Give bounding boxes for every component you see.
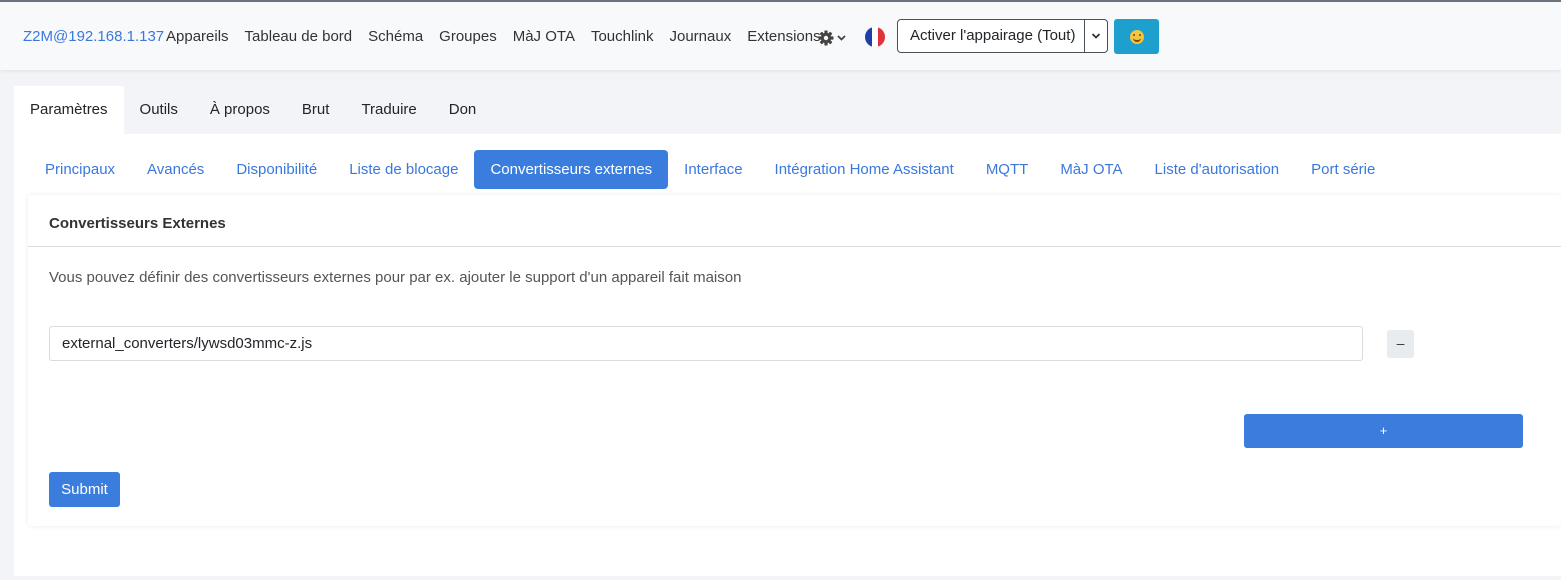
tab-about[interactable]: À propos: [194, 86, 286, 134]
nav-ota[interactable]: MàJ OTA: [513, 28, 575, 45]
nav-devices[interactable]: Appareils: [166, 28, 229, 45]
permit-join-button[interactable]: Activer l'appairage (Tout): [898, 20, 1084, 52]
permit-join-dropdown[interactable]: [1084, 20, 1107, 52]
nav-links: Appareils Tableau de bord Schéma Groupes…: [166, 28, 821, 45]
chevron-down-icon: [837, 35, 846, 41]
submit-button[interactable]: Submit: [49, 472, 120, 507]
converter-path-input[interactable]: [49, 326, 1363, 361]
chevron-down-icon: [1091, 33, 1101, 39]
tab-raw[interactable]: Brut: [286, 86, 346, 134]
tab-translate[interactable]: Traduire: [345, 86, 432, 134]
settings-sub-tabs: Principaux Avancés Disponibilité Liste d…: [29, 150, 1391, 189]
nav-map[interactable]: Schéma: [368, 28, 423, 45]
subtab-external-converters[interactable]: Convertisseurs externes: [474, 150, 669, 189]
subtab-availability[interactable]: Disponibilité: [220, 150, 333, 189]
subtab-home-assistant[interactable]: Intégration Home Assistant: [759, 150, 970, 189]
nav-groups[interactable]: Groupes: [439, 28, 497, 45]
subtab-main[interactable]: Principaux: [29, 150, 131, 189]
card-title: Convertisseurs Externes: [28, 195, 1561, 247]
subtab-serial[interactable]: Port série: [1295, 150, 1391, 189]
card-description: Vous pouvez définir des convertisseurs e…: [49, 269, 742, 286]
external-converters-card: Convertisseurs Externes Vous pouvez défi…: [28, 195, 1561, 526]
language-flag-icon[interactable]: [865, 27, 885, 47]
gear-icon: [818, 30, 846, 46]
subtab-mqtt[interactable]: MQTT: [970, 150, 1045, 189]
remove-converter-button[interactable]: –: [1387, 330, 1414, 358]
subtab-advanced[interactable]: Avancés: [131, 150, 220, 189]
subtab-ota[interactable]: MàJ OTA: [1044, 150, 1138, 189]
emoji-button[interactable]: [1114, 19, 1159, 54]
permit-join-control: Activer l'appairage (Tout): [897, 19, 1108, 53]
subtab-frontend[interactable]: Interface: [668, 150, 758, 189]
nav-dashboard[interactable]: Tableau de bord: [245, 28, 353, 45]
main-tabs: Paramètres Outils À propos Brut Traduire…: [14, 86, 492, 134]
tab-tools[interactable]: Outils: [124, 86, 194, 134]
tab-settings[interactable]: Paramètres: [14, 86, 124, 134]
smile-icon: [1129, 29, 1144, 44]
subtab-passlist[interactable]: Liste d'autorisation: [1139, 150, 1296, 189]
nav-logs[interactable]: Journaux: [670, 28, 732, 45]
add-converter-button[interactable]: +: [1244, 414, 1523, 448]
brand-link[interactable]: Z2M@192.168.1.137: [23, 28, 164, 45]
settings-menu-button[interactable]: [818, 28, 848, 48]
tab-donate[interactable]: Don: [433, 86, 493, 134]
subtab-blocklist[interactable]: Liste de blocage: [333, 150, 474, 189]
nav-extensions[interactable]: Extensions: [747, 28, 820, 45]
settings-content: Principaux Avancés Disponibilité Liste d…: [14, 134, 1561, 576]
navbar: Z2M@192.168.1.137 Appareils Tableau de b…: [0, 2, 1561, 70]
nav-touchlink[interactable]: Touchlink: [591, 28, 654, 45]
